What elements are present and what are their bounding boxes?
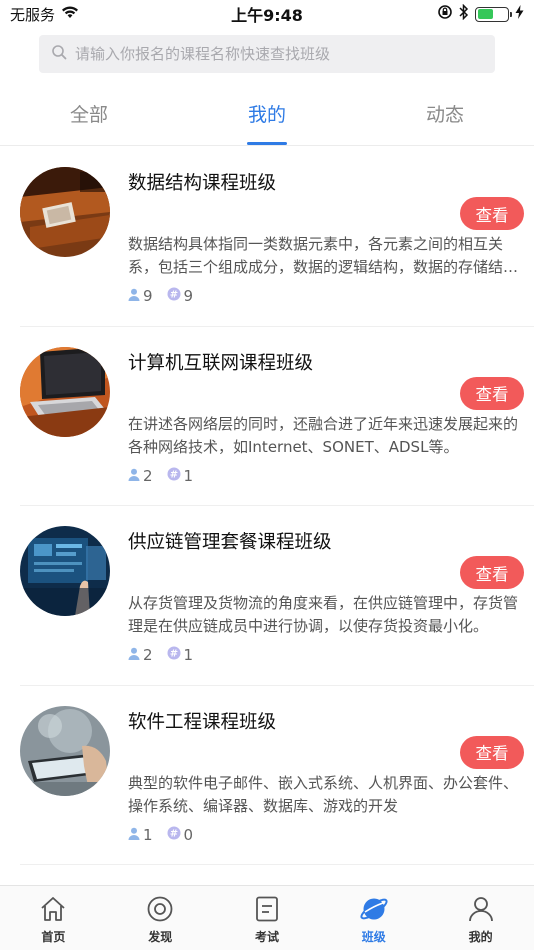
carrier-text: 无服务	[10, 5, 56, 24]
course-thumbnail	[20, 167, 110, 257]
topic-count: # 0	[167, 825, 194, 844]
topic-count-value: 9	[183, 287, 194, 305]
class-item[interactable]: 数据结构课程班级 查看 数据结构具体指同一类数据元素中，各元素之间的相互关系，包…	[20, 147, 534, 327]
topic-count: # 9	[167, 287, 194, 305]
nav-class[interactable]: 班级	[320, 886, 427, 950]
bottom-nav: 首页 发现 考试 班级 我的	[0, 885, 534, 950]
class-item[interactable]: 软件工程课程班级 查看 典型的软件电子邮件、嵌入式系统、人机界面、办公套件、操作…	[20, 686, 534, 865]
member-count: 1	[128, 826, 153, 844]
tab-bar: 全部 我的 动态	[0, 90, 534, 146]
course-thumbnail	[20, 526, 110, 616]
member-count-value: 1	[143, 825, 153, 844]
view-button[interactable]: 查看	[460, 735, 524, 769]
svg-text:#: #	[169, 290, 177, 301]
nav-class-label: 班级	[361, 930, 386, 944]
member-count: 9	[128, 287, 153, 305]
battery-level	[477, 9, 494, 19]
class-title: 供应链管理套餐课程班级	[128, 532, 332, 553]
class-item[interactable]: 供应链管理套餐课程班级 查看 从存货管理及货物流的角度来看，在供应链管理中，存货…	[20, 506, 534, 686]
wifi-icon	[61, 5, 79, 23]
hashtag-icon: #	[167, 467, 181, 485]
nav-home-label: 首页	[41, 930, 66, 944]
home-icon	[39, 896, 67, 925]
class-meta: 9 # 9	[128, 287, 193, 305]
member-count-value: 2	[143, 646, 153, 664]
view-button[interactable]: 查看	[460, 556, 524, 589]
member-count: 2	[128, 646, 153, 664]
hashtag-icon: #	[167, 287, 181, 305]
class-planet-icon	[359, 896, 389, 925]
status-bar: 无服务 上午9:48	[0, 0, 534, 28]
exam-icon	[253, 896, 281, 925]
member-count: 2	[128, 467, 153, 485]
orientation-lock-icon	[437, 4, 453, 24]
hashtag-icon: #	[167, 646, 181, 664]
svg-text:#: #	[169, 828, 177, 839]
discover-icon	[146, 896, 174, 925]
status-left: 无服务	[10, 4, 79, 25]
nav-discover[interactable]: 发现	[107, 886, 214, 950]
nav-exam[interactable]: 考试	[214, 886, 321, 950]
member-count-value: 9	[143, 287, 153, 305]
battery-icon	[475, 6, 512, 22]
class-list: 数据结构课程班级 查看 数据结构具体指同一类数据元素中，各元素之间的相互关系，包…	[0, 147, 534, 865]
member-count-value: 2	[143, 466, 153, 485]
tab-activity[interactable]: 动态	[356, 90, 534, 145]
svg-text:#: #	[169, 649, 177, 660]
topic-count-value: 1	[183, 466, 194, 485]
nav-profile[interactable]: 我的	[427, 886, 534, 950]
person-icon	[128, 826, 140, 844]
person-icon	[128, 646, 140, 664]
person-icon	[128, 467, 140, 485]
hashtag-icon: #	[167, 826, 181, 844]
topic-count: # 1	[167, 646, 194, 664]
person-icon	[128, 287, 140, 305]
view-button[interactable]: 查看	[460, 376, 524, 410]
nav-profile-label: 我的	[468, 930, 493, 944]
bluetooth-icon	[459, 3, 469, 24]
topic-count-value: 0	[183, 825, 194, 844]
class-title: 软件工程课程班级	[128, 711, 277, 733]
class-title: 计算机互联网课程班级	[128, 352, 314, 374]
class-meta: 1 # 0	[128, 826, 193, 844]
course-thumbnail	[20, 705, 110, 796]
search-icon	[51, 44, 67, 64]
class-title: 数据结构课程班级	[128, 173, 277, 194]
class-description: 从存货管理及货物流的角度来看，在供应链管理中，存货管理是在供应链成员中进行协调，…	[128, 594, 519, 635]
class-meta: 2 # 1	[128, 467, 193, 485]
class-description: 数据结构具体指同一类数据元素中，各元素之间的相互关系，包括三个组成成分，数据的逻…	[128, 235, 519, 276]
class-description: 在讲述各网络层的同时，还融合进了近年来迅速发展起来的各种网络技术，如Intern…	[128, 414, 519, 456]
tab-mine[interactable]: 我的	[178, 90, 356, 145]
nav-exam-label: 考试	[254, 930, 279, 944]
topic-count-value: 1	[183, 646, 194, 664]
search-bar[interactable]	[39, 35, 495, 73]
class-description: 典型的软件电子邮件、嵌入式系统、人机界面、办公套件、操作系统、编译器、数据库、游…	[128, 773, 519, 815]
tab-all[interactable]: 全部	[0, 90, 178, 145]
profile-icon	[467, 896, 495, 925]
course-thumbnail	[20, 346, 110, 437]
class-item[interactable]: 计算机互联网课程班级 查看 在讲述各网络层的同时，还融合进了近年来迅速发展起来的…	[20, 327, 534, 506]
topic-count: # 1	[167, 466, 194, 485]
charging-icon	[515, 5, 524, 23]
class-meta: 2 # 1	[128, 646, 193, 664]
nav-discover-label: 发现	[148, 930, 173, 944]
nav-home[interactable]: 首页	[0, 886, 107, 950]
svg-text:#: #	[169, 469, 177, 480]
search-input[interactable]	[75, 45, 483, 63]
status-right	[437, 3, 524, 24]
view-button[interactable]: 查看	[460, 197, 524, 230]
